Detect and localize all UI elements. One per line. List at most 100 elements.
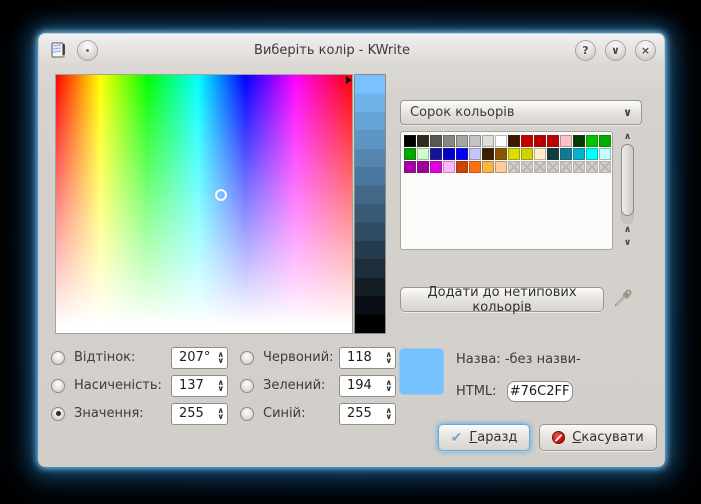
scrollbar-track[interactable] <box>621 144 634 224</box>
html-line: HTML: <box>456 381 573 402</box>
spinner-arrows-icon[interactable]: ∧∨ <box>218 408 225 420</box>
color-name-line: Назва: -без назви- <box>456 352 581 367</box>
add-to-custom-colors-button[interactable]: Додати до нетипових кольорів <box>400 287 604 312</box>
palette-swatch[interactable] <box>573 135 585 147</box>
palette-swatch[interactable] <box>534 148 546 160</box>
ok-button[interactable]: ✔ Гаразд <box>438 424 530 451</box>
palette-swatch[interactable] <box>404 135 416 147</box>
scroll-down-icon[interactable]: ∨ <box>624 237 631 250</box>
palette-swatch[interactable] <box>482 148 494 160</box>
palette-swatch[interactable] <box>495 161 507 173</box>
palette-swatch[interactable] <box>417 161 429 173</box>
chevron-down-icon: ∨ <box>623 106 632 119</box>
palette-swatch[interactable] <box>586 135 598 147</box>
spinner-arrows-icon[interactable]: ∧∨ <box>386 380 393 392</box>
palette-swatch[interactable] <box>456 135 468 147</box>
palette-swatch[interactable] <box>443 148 455 160</box>
titlebar[interactable]: Виберіть колір - KWrite ? ∨ × <box>39 34 664 66</box>
palette-swatch[interactable] <box>560 135 572 147</box>
palette-swatch[interactable] <box>482 161 494 173</box>
spinner-arrows-icon[interactable]: ∧∨ <box>386 408 393 420</box>
kwrite-app-icon <box>49 41 68 60</box>
palette-swatch[interactable] <box>430 135 442 147</box>
palette-swatch[interactable] <box>404 161 416 173</box>
palette-swatch[interactable] <box>469 148 481 160</box>
palette-swatch[interactable] <box>599 148 611 160</box>
blue-radio[interactable] <box>240 407 254 421</box>
palette-swatch[interactable] <box>495 135 507 147</box>
hue-radio[interactable] <box>51 351 65 365</box>
palette-swatch[interactable] <box>495 148 507 160</box>
red-spinbox[interactable]: 118 ∧∨ <box>339 347 396 369</box>
value-row: Значення: 255 ∧∨ Синій: 255 ∧∨ <box>51 402 396 425</box>
value-slider[interactable] <box>354 74 386 334</box>
blue-spinbox[interactable]: 255 ∧∨ <box>339 403 396 425</box>
green-radio[interactable] <box>240 379 254 393</box>
palette-swatch[interactable] <box>469 135 481 147</box>
scroll-up-icon[interactable]: ∧ <box>624 224 631 237</box>
palette-swatch[interactable] <box>404 148 416 160</box>
eyedropper-icon <box>612 287 634 309</box>
color-cursor[interactable] <box>215 189 227 201</box>
hue-saturation-field[interactable] <box>55 74 353 334</box>
spinner-arrows-icon[interactable]: ∧∨ <box>386 352 393 364</box>
palette-swatch[interactable] <box>547 135 559 147</box>
palette-swatch[interactable] <box>430 148 442 160</box>
palette-swatch[interactable] <box>573 148 585 160</box>
help-button[interactable]: ? <box>575 40 596 61</box>
palette-swatch-empty[interactable] <box>521 161 533 173</box>
palette-swatch-empty[interactable] <box>508 161 520 173</box>
green-spinbox[interactable]: 194 ∧∨ <box>339 375 396 397</box>
hue-row: Відтінок: 207° ∧∨ Червоний: 118 ∧∨ <box>51 346 396 369</box>
scroll-up-icon[interactable]: ∧ <box>624 131 631 144</box>
palette-swatch[interactable] <box>456 148 468 160</box>
palette-swatch[interactable] <box>482 135 494 147</box>
html-color-input[interactable] <box>507 381 573 402</box>
palette-swatch[interactable] <box>560 148 572 160</box>
palette-swatch[interactable] <box>469 161 481 173</box>
palette-swatch[interactable] <box>417 135 429 147</box>
saturation-spinbox[interactable]: 137 ∧∨ <box>171 375 228 397</box>
close-button[interactable]: × <box>635 40 656 61</box>
saturation-radio[interactable] <box>51 379 65 393</box>
palette-select-combobox[interactable]: Сорок кольорів ∨ <box>400 100 642 125</box>
palette-swatch[interactable] <box>534 135 546 147</box>
cancel-button[interactable]: Скасувати <box>539 424 657 451</box>
palette-swatch[interactable] <box>430 161 442 173</box>
palette-swatch[interactable] <box>508 135 520 147</box>
palette-swatch[interactable] <box>521 148 533 160</box>
value-spinbox[interactable]: 255 ∧∨ <box>171 403 228 425</box>
eyedropper-button[interactable] <box>610 285 636 311</box>
palette-swatch[interactable] <box>508 148 520 160</box>
palette-swatch[interactable] <box>599 135 611 147</box>
palette-swatch[interactable] <box>547 148 559 160</box>
palette-scrollbar[interactable]: ∧ ∧ ∨ <box>619 131 636 250</box>
pin-button[interactable] <box>77 40 98 61</box>
window-title: Виберіть колір - KWrite <box>98 43 566 58</box>
value-radio[interactable] <box>51 407 65 421</box>
palette-swatch[interactable] <box>456 161 468 173</box>
color-select-dialog: Виберіть колір - KWrite ? ∨ × Сорок коль… <box>38 33 665 467</box>
red-radio[interactable] <box>240 351 254 365</box>
scrollbar-thumb[interactable] <box>621 144 634 216</box>
saturation-row: Насиченість: 137 ∧∨ Зелений: 194 ∧∨ <box>51 374 396 397</box>
palette-swatch[interactable] <box>443 161 455 173</box>
palette-swatch-empty[interactable] <box>560 161 572 173</box>
palette-swatch[interactable] <box>443 135 455 147</box>
slider-position-arrow-icon[interactable] <box>346 76 352 84</box>
palette-swatch-empty[interactable] <box>599 161 611 173</box>
palette-select-value: Сорок кольорів <box>410 105 623 120</box>
palette-swatch-empty[interactable] <box>586 161 598 173</box>
hue-spinbox[interactable]: 207° ∧∨ <box>171 347 228 369</box>
shade-button[interactable]: ∨ <box>605 40 626 61</box>
palette-swatch[interactable] <box>521 135 533 147</box>
help-icon: ? <box>582 45 588 56</box>
palette-swatch[interactable] <box>586 148 598 160</box>
spinner-arrows-icon[interactable]: ∧∨ <box>218 352 225 364</box>
selected-color-preview <box>399 348 444 395</box>
palette-swatch-empty[interactable] <box>547 161 559 173</box>
palette-swatch[interactable] <box>417 148 429 160</box>
palette-swatch-empty[interactable] <box>534 161 546 173</box>
spinner-arrows-icon[interactable]: ∧∨ <box>218 380 225 392</box>
palette-swatch-empty[interactable] <box>573 161 585 173</box>
